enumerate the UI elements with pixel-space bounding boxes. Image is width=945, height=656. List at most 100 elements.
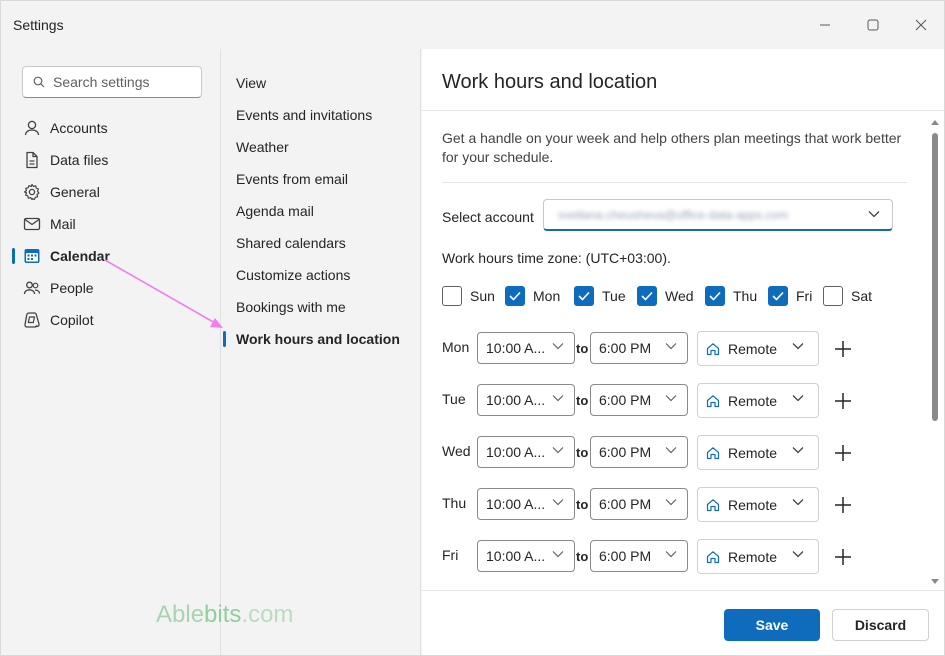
work-days: Sun Mon Tue Wed Thu Fri Sat	[442, 285, 912, 307]
end-time-select[interactable]: 6:00 PM	[590, 332, 688, 364]
nav-item-mail[interactable]: Mail	[1, 208, 220, 240]
people-icon	[23, 281, 41, 295]
copilot-icon	[24, 312, 40, 328]
chevron-down-icon	[792, 499, 804, 506]
subnav-item-bookings-with-me[interactable]: Bookings with me	[222, 291, 420, 323]
location-select[interactable]: Remote	[697, 435, 819, 470]
home-icon	[706, 551, 720, 564]
subnav-item-view[interactable]: View	[222, 67, 420, 99]
add-icon[interactable]	[832, 390, 854, 412]
search-box[interactable]	[22, 66, 202, 98]
end-time-select[interactable]: 6:00 PM	[590, 540, 688, 572]
location-value: Remote	[728, 549, 778, 565]
window-title: Settings	[13, 17, 64, 33]
nav-item-label: People	[50, 280, 94, 296]
subnav-item-events-and-invitations[interactable]: Events and invitations	[222, 99, 420, 131]
subnav-item-weather[interactable]: Weather	[222, 131, 420, 163]
start-time-value: 10:00 A...	[486, 548, 546, 564]
maximize-button[interactable]	[859, 11, 887, 39]
scroll-down-icon[interactable]	[931, 579, 939, 585]
location-select[interactable]: Remote	[697, 331, 819, 366]
settings-nav: Accounts Data files General Mail Calenda…	[1, 49, 221, 655]
chevron-down-icon	[868, 211, 880, 218]
ablebits-watermark: Ablebits.com	[156, 601, 293, 629]
checkbox[interactable]	[768, 286, 788, 306]
subnav-item-label: Events and invitations	[236, 107, 373, 123]
nav-item-calendar[interactable]: Calendar	[1, 240, 220, 272]
location-select[interactable]: Remote	[697, 487, 819, 522]
scrollbar-thumb[interactable]	[932, 133, 938, 421]
checkbox[interactable]	[705, 286, 725, 306]
add-icon[interactable]	[832, 494, 854, 516]
checkmark-icon	[709, 291, 721, 301]
end-time-select[interactable]: 6:00 PM	[590, 488, 688, 520]
day-checkbox-mon[interactable]: Mon	[505, 285, 560, 307]
checkbox[interactable]	[442, 286, 462, 306]
end-time-select[interactable]: 6:00 PM	[590, 436, 688, 468]
start-time-select[interactable]: 10:00 A...	[477, 384, 575, 416]
nav-item-people[interactable]: People	[1, 272, 220, 304]
checkmark-icon	[641, 291, 653, 301]
checkbox[interactable]	[823, 286, 843, 306]
checkbox[interactable]	[505, 286, 525, 306]
subnav-item-label: Events from email	[236, 171, 349, 187]
discard-button[interactable]: Discard	[832, 609, 929, 641]
start-time-select[interactable]: 10:00 A...	[477, 540, 575, 572]
end-time-select[interactable]: 6:00 PM	[590, 384, 688, 416]
row-day-label: Wed	[442, 443, 471, 459]
timezone-text: Work hours time zone: (UTC+03:00).	[442, 250, 671, 266]
checkbox[interactable]	[637, 286, 657, 306]
day-checkbox-wed[interactable]: Wed	[637, 285, 694, 307]
search-input[interactable]	[53, 74, 193, 90]
location-select[interactable]: Remote	[697, 539, 819, 574]
minimize-button[interactable]	[811, 11, 839, 39]
gear-icon	[23, 183, 40, 201]
start-time-select[interactable]: 10:00 A...	[477, 332, 575, 364]
to-label: to	[576, 393, 589, 408]
subnav-item-label: Work hours and location	[236, 331, 400, 347]
nav-item-copilot[interactable]: Copilot	[1, 304, 220, 336]
minimize-icon	[820, 24, 830, 26]
day-checkbox-fri[interactable]: Fri	[768, 285, 812, 307]
watermark-tld: .com	[241, 601, 294, 628]
nav-item-accounts[interactable]: Accounts	[1, 112, 220, 144]
start-time-select[interactable]: 10:00 A...	[477, 488, 575, 520]
scroll-up-icon[interactable]	[931, 119, 939, 125]
maximize-icon	[867, 19, 879, 31]
nav-item-label: Data files	[50, 152, 109, 168]
chevron-down-icon	[552, 395, 564, 402]
subnav-item-work-hours-and-location[interactable]: Work hours and location	[222, 323, 420, 355]
add-icon[interactable]	[832, 442, 854, 464]
day-checkbox-tue[interactable]: Tue	[574, 285, 626, 307]
day-checkbox-thu[interactable]: Thu	[705, 285, 757, 307]
start-time-select[interactable]: 10:00 A...	[477, 436, 575, 468]
end-time-value: 6:00 PM	[599, 392, 652, 408]
subnav-item-events-from-email[interactable]: Events from email	[222, 163, 420, 195]
subnav-item-shared-calendars[interactable]: Shared calendars	[222, 227, 420, 259]
subnav-item-customize-actions[interactable]: Customize actions	[222, 259, 420, 291]
add-icon[interactable]	[832, 546, 854, 568]
nav-item-general[interactable]: General	[1, 176, 220, 208]
location-value: Remote	[728, 393, 778, 409]
nav-item-label: Calendar	[50, 248, 110, 264]
close-button[interactable]	[907, 11, 935, 39]
schedule-row-tue: Tue 10:00 A... to 6:00 PM Remote	[442, 383, 912, 419]
account-select[interactable]: svetlana.cheusheva@office-data-apps.com	[543, 199, 893, 231]
person-icon	[24, 120, 40, 136]
save-button[interactable]: Save	[724, 609, 820, 641]
row-day-label: Fri	[442, 547, 459, 563]
checkbox[interactable]	[574, 286, 594, 306]
vertical-scrollbar[interactable]	[928, 111, 942, 591]
location-select[interactable]: Remote	[697, 383, 819, 418]
account-label: Select account	[442, 209, 534, 225]
add-icon[interactable]	[832, 338, 854, 360]
subnav-item-agenda-mail[interactable]: Agenda mail	[222, 195, 420, 227]
day-checkbox-sat[interactable]: Sat	[823, 285, 872, 307]
nav-item-data-files[interactable]: Data files	[1, 144, 220, 176]
schedule-row-thu: Thu 10:00 A... to 6:00 PM Remote	[442, 487, 912, 523]
chevron-down-icon	[552, 447, 564, 454]
active-indicator	[223, 331, 226, 347]
day-checkbox-sun[interactable]: Sun	[442, 285, 495, 307]
end-time-value: 6:00 PM	[599, 444, 652, 460]
close-icon	[915, 19, 927, 31]
